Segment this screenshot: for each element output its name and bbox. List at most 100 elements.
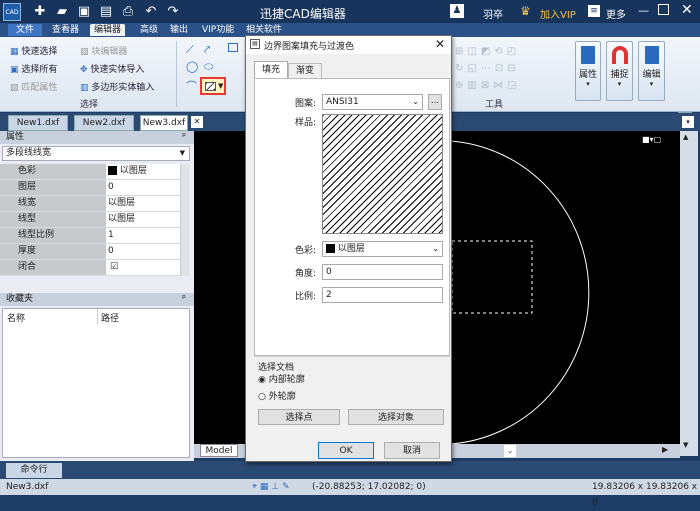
object-type-select[interactable]: 多段线线宽 ▼ xyxy=(2,146,190,161)
properties-header: 属性 ᵖ xyxy=(0,131,194,144)
scroll-up-icon[interactable]: ▲ xyxy=(683,133,688,141)
prop-row-thickness[interactable]: 厚度 0 xyxy=(0,244,188,260)
prop-value[interactable]: 0 xyxy=(106,244,188,259)
save-icon[interactable]: ▣ xyxy=(76,4,92,19)
angle-label: 角度: xyxy=(295,269,317,279)
radio-selected-icon: ◉ xyxy=(258,375,266,385)
pin-icon[interactable]: ᵖ xyxy=(182,293,186,306)
cancel-button[interactable]: 取消 xyxy=(384,442,440,459)
user-name[interactable]: 羽卒 xyxy=(483,6,503,21)
pattern-browse-button[interactable]: ... xyxy=(428,94,442,110)
dialog-footer: OK 取消 xyxy=(246,436,451,461)
color-swatch xyxy=(108,166,117,175)
open-folder-icon[interactable]: ▰ xyxy=(54,4,70,19)
radio-inner[interactable]: ◉ 内部轮廓 xyxy=(258,372,305,385)
quick-import-button[interactable]: ✥ 快速实体导入 xyxy=(80,62,144,75)
pin-icon[interactable]: ᵖ xyxy=(182,131,186,144)
quick-select-button[interactable]: ▦ 快速选择 xyxy=(10,44,57,57)
polyline-tool-icon[interactable]: ⤤ xyxy=(204,43,210,57)
minimize-icon[interactable]: — xyxy=(638,4,649,17)
more-link[interactable]: 更多 xyxy=(606,6,626,21)
tab-fill[interactable]: 填充 xyxy=(254,61,288,78)
poly-import-button[interactable]: ▥ 多边形实体输入 xyxy=(80,80,154,93)
property-scrollbar[interactable] xyxy=(180,164,189,276)
select-all-button[interactable]: ▣ 选择所有 xyxy=(10,62,57,75)
prop-row-closed[interactable]: 闭合 ☑ xyxy=(0,260,188,276)
model-tab[interactable]: Model xyxy=(200,444,238,457)
tab-close-icon[interactable]: ✕ xyxy=(191,116,203,128)
ellipse-tool-icon[interactable]: ⬭ xyxy=(204,60,213,74)
col-name[interactable]: 名称 xyxy=(7,311,25,324)
edit-label: 编辑 xyxy=(642,70,661,80)
poly-import-label: 多边形实体输入 xyxy=(91,83,155,93)
col-path[interactable]: 路径 xyxy=(101,311,119,324)
ok-button[interactable]: OK xyxy=(318,442,374,459)
prop-value[interactable]: 0 xyxy=(106,180,188,195)
radio-outer[interactable]: ○ 外轮廓 xyxy=(258,389,296,402)
menu-advanced[interactable]: 高级 xyxy=(136,24,162,36)
hatch-dialog: ▤ 边界图案填充与过渡色 ✕ 填充 渐变 图案: ANSI31 ⌄ ... 样品:… xyxy=(245,35,452,462)
doc-tab-new2[interactable]: New2.dxf xyxy=(74,115,134,131)
maximize-icon[interactable] xyxy=(658,4,669,15)
prop-row-linetype[interactable]: 线型 以图层 xyxy=(0,212,188,228)
arc-tool-icon[interactable]: ⌒ xyxy=(186,78,197,94)
angle-input[interactable]: 0 xyxy=(322,264,443,280)
close-icon[interactable]: ✕ xyxy=(681,2,693,18)
print-icon[interactable]: ⎙ xyxy=(120,4,136,19)
hatch-tool-button[interactable]: ▼ xyxy=(200,77,226,95)
redo-icon[interactable]: ↷ xyxy=(165,4,181,19)
prop-row-lineweight[interactable]: 线宽 以图层 xyxy=(0,196,188,212)
status-tool-icons[interactable]: ⌖ ▦ ⊥ ✎ xyxy=(252,479,290,495)
prop-value[interactable]: 1 xyxy=(106,228,188,243)
pattern-select[interactable]: ANSI31 ⌄ xyxy=(322,94,423,110)
tab-gradient[interactable]: 渐变 xyxy=(288,63,322,78)
scale-input[interactable]: 2 xyxy=(322,287,443,303)
quick-import-label: 快速实体导入 xyxy=(90,65,145,75)
new-icon[interactable]: ✚ xyxy=(32,4,48,19)
vip-link[interactable]: 加入VIP xyxy=(540,6,576,21)
menu-file[interactable]: 文件 xyxy=(8,24,43,36)
prop-color-value[interactable]: 以图层⌄ xyxy=(106,164,188,179)
prop-row-layer[interactable]: 图层 0 xyxy=(0,180,188,196)
menu-editor[interactable]: 编辑器 xyxy=(90,24,126,36)
menu-viewer[interactable]: 查看器 xyxy=(48,24,83,36)
match-props-icon: ▨ xyxy=(10,83,19,93)
command-tab[interactable]: 命令行 xyxy=(6,463,62,478)
hscroll-right-icon[interactable]: ▶ xyxy=(662,445,668,454)
doc-tab-new3[interactable]: New3.dxf xyxy=(140,115,188,131)
prop-value[interactable]: 以图层 xyxy=(106,212,188,227)
sample-label: 样品: xyxy=(295,118,317,128)
block-editor-button[interactable]: ▧ 块编辑器 xyxy=(80,44,127,57)
dialog-close-icon[interactable]: ✕ xyxy=(435,37,445,51)
scroll-down-icon[interactable]: ▼ xyxy=(683,441,688,449)
col-divider xyxy=(97,309,98,324)
vertical-scrollbar[interactable]: ▲ ▼ xyxy=(680,131,698,456)
line-tool-icon[interactable]: ⟋ xyxy=(186,43,194,57)
circle-tool-icon[interactable]: ◯ xyxy=(186,60,198,73)
closed-checkbox[interactable]: ☑ xyxy=(106,260,188,275)
pick-points-button[interactable]: 选择点 xyxy=(258,409,340,425)
chevron-down-icon: ⌄ xyxy=(432,244,439,253)
tabs-dropdown-icon[interactable]: ▾ xyxy=(682,116,694,128)
doc-tab-new1[interactable]: New1.dxf xyxy=(8,115,68,131)
menu-vip[interactable]: VIP功能 xyxy=(198,24,238,36)
user-avatar-icon[interactable]: ♟ xyxy=(450,4,464,18)
save-as-icon[interactable]: ▤ xyxy=(98,4,114,19)
prop-row-linetype-scale[interactable]: 线型比例 1 xyxy=(0,228,188,244)
dialog-titlebar: ▤ 边界图案填充与过渡色 ✕ xyxy=(246,36,451,54)
properties-button[interactable]: 属性 ▾ xyxy=(575,41,601,101)
rectangle-tool-icon[interactable] xyxy=(228,43,238,52)
color-select[interactable]: 以图层 ⌄ xyxy=(322,241,443,257)
hatch-icon xyxy=(205,82,216,91)
match-props-button[interactable]: ▨ 匹配属性 xyxy=(10,80,57,93)
prop-row-color[interactable]: 色彩 以图层⌄ xyxy=(0,164,188,180)
canvas-corner-tr-icon: ■▾▢ xyxy=(642,135,662,144)
snap-button[interactable]: 捕捉 ▾ xyxy=(606,41,633,101)
undo-icon[interactable]: ↶ xyxy=(143,4,159,19)
pick-objects-button[interactable]: 选择对象 xyxy=(348,409,444,425)
hscroll-left-icon[interactable]: ⌄ xyxy=(504,445,516,457)
prop-value[interactable]: 以图层 xyxy=(106,196,188,211)
edit-button[interactable]: 编辑 ▾ xyxy=(638,41,665,101)
menu-output[interactable]: 输出 xyxy=(166,24,192,36)
more-icon[interactable]: ≡ xyxy=(588,5,600,17)
